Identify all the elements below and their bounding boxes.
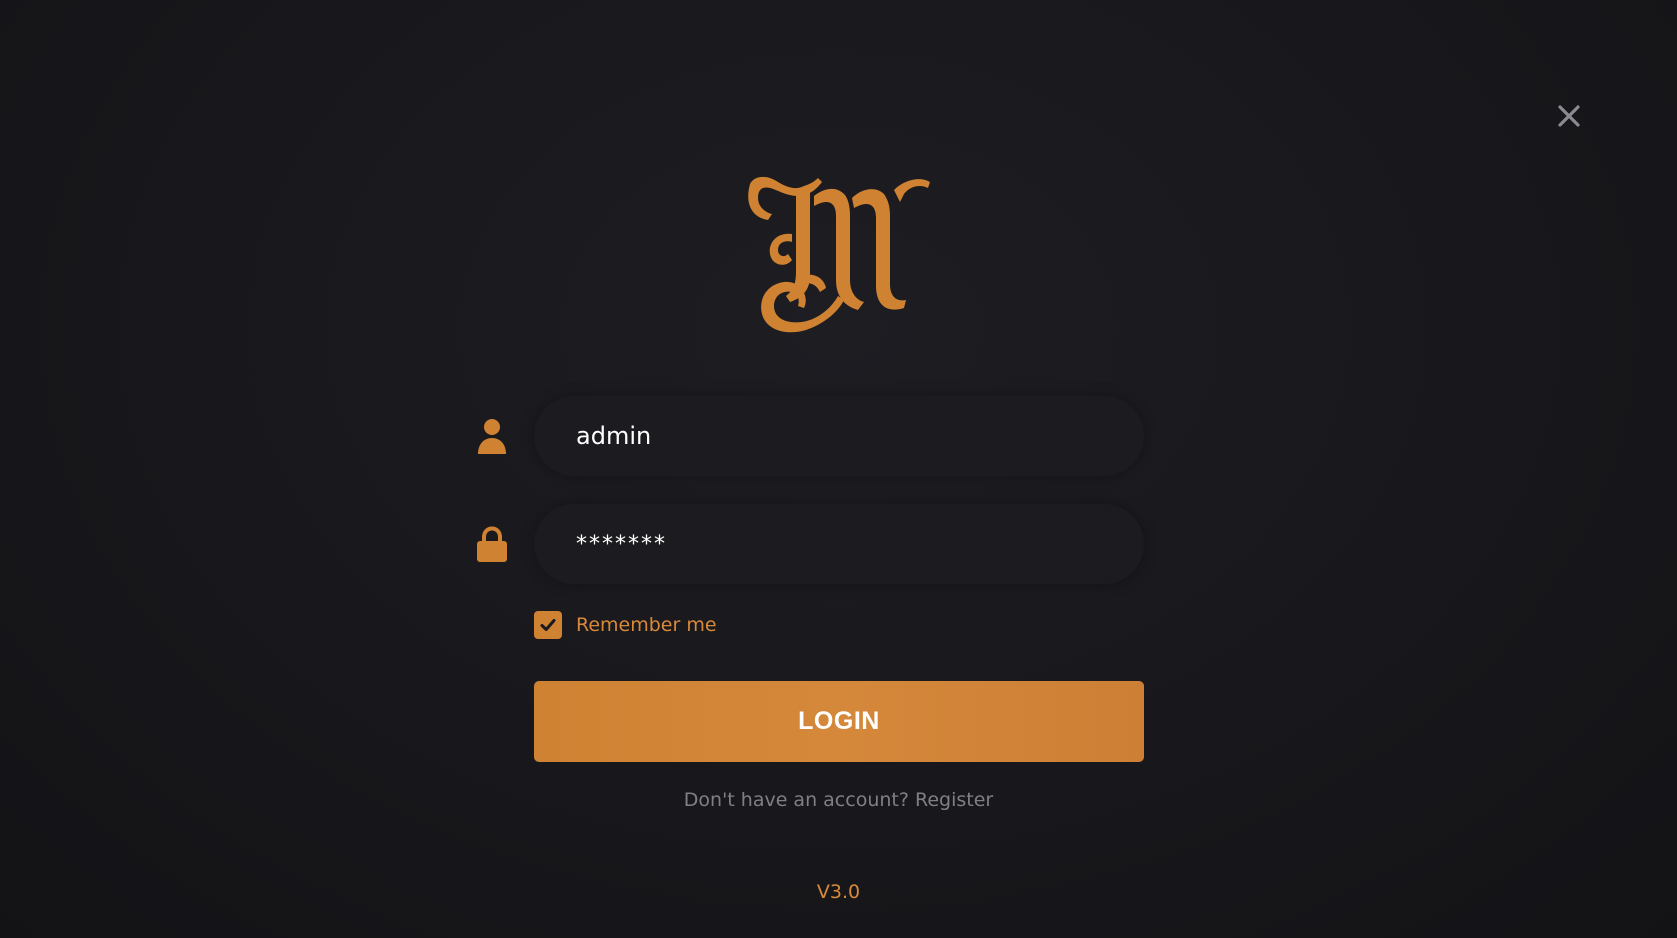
checkmark-icon	[540, 619, 556, 631]
login-button[interactable]: LOGIN	[534, 681, 1144, 762]
password-field[interactable]	[534, 504, 1144, 584]
checkbox-box[interactable]	[534, 611, 562, 639]
blackletter-m-logo	[748, 176, 930, 333]
register-prompt: Don't have an account? Register	[0, 789, 1677, 811]
close-icon	[1558, 105, 1580, 127]
version-label: V3.0	[816, 881, 861, 903]
username-input[interactable]	[534, 396, 1144, 476]
register-link[interactable]: Register	[915, 789, 993, 811]
remember-me-label[interactable]: Remember me	[576, 614, 717, 636]
username-field[interactable]	[534, 396, 1144, 476]
close-button[interactable]	[1553, 100, 1585, 132]
lock-icon	[477, 526, 507, 562]
remember-me-checkbox[interactable]: Remember me	[534, 610, 717, 640]
password-input[interactable]	[534, 504, 1144, 584]
user-icon	[478, 419, 506, 454]
register-prompt-text: Don't have an account?	[683, 789, 909, 811]
